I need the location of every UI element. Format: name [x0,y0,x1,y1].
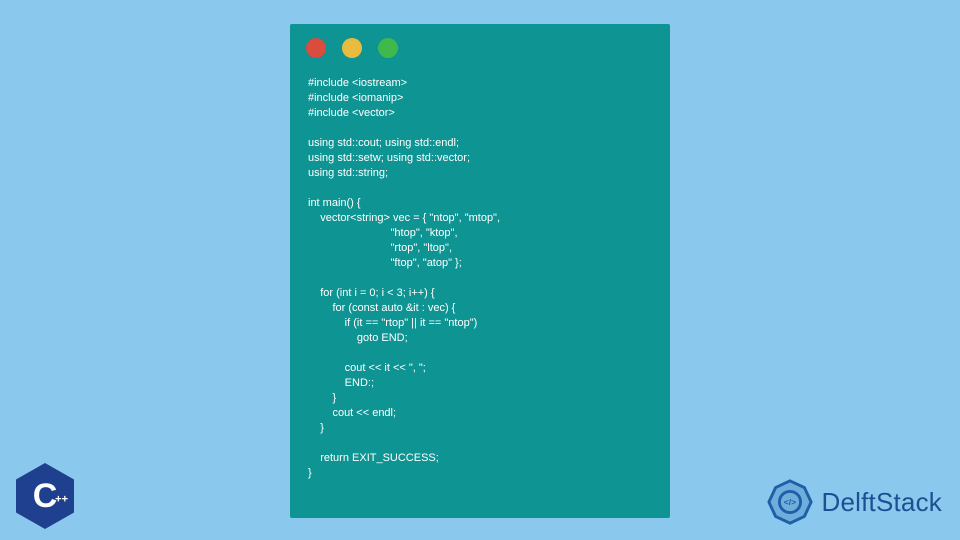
cpp-letter: C [33,479,58,513]
brand-name: DelftStack [822,487,943,518]
cpp-plusplus: ++ [55,494,68,506]
close-icon[interactable] [306,38,326,58]
cpp-logo: C ++ [14,462,76,530]
window-controls [290,24,670,64]
gear-icon: </> [766,478,814,526]
brand-logo: </> DelftStack [766,478,943,526]
code-terminal: #include <iostream> #include <iomanip> #… [290,24,670,518]
code-block: #include <iostream> #include <iomanip> #… [290,64,670,493]
svg-text:</>: </> [783,497,795,507]
cpp-hexagon-icon: C ++ [16,463,74,529]
maximize-icon[interactable] [378,38,398,58]
minimize-icon[interactable] [342,38,362,58]
